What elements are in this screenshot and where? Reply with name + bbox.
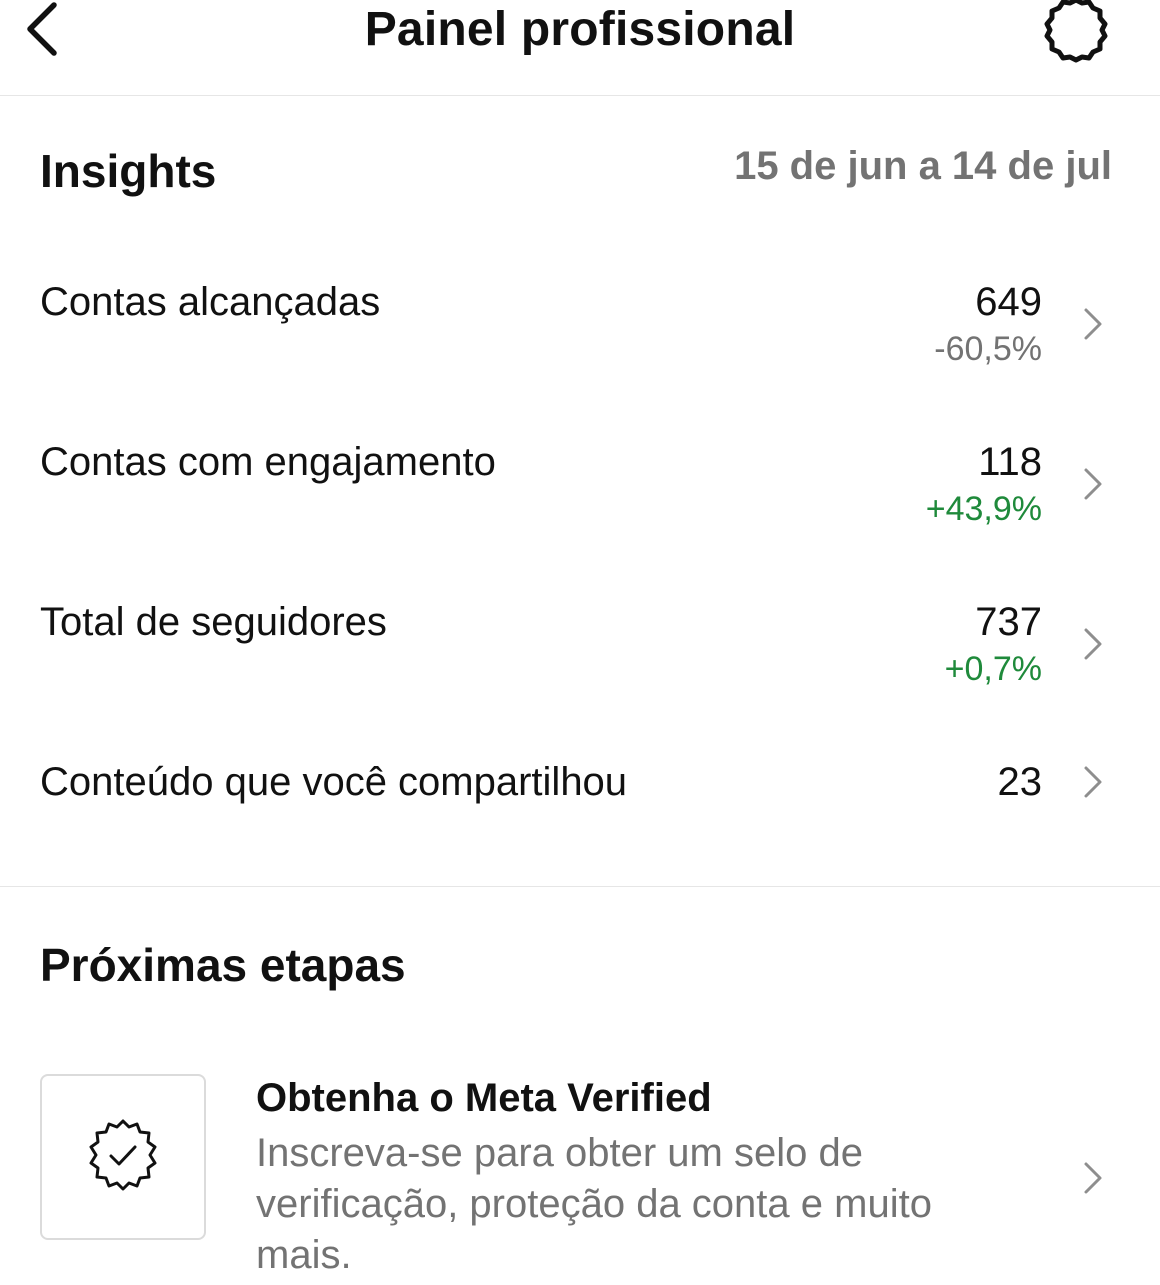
- metric-change: -60,5%: [934, 330, 1042, 368]
- chevron-right-icon: [1078, 1158, 1106, 1198]
- metric-label: Contas com engajamento: [40, 440, 496, 484]
- metric-value: 23: [997, 760, 1043, 804]
- metric-value: 649: [975, 280, 1042, 324]
- top-bar: Painel profissional: [0, 0, 1160, 96]
- chevron-right-icon: [1078, 304, 1106, 344]
- metric-row-content-shared[interactable]: Conteúdo que você compartilhou 23: [40, 760, 1120, 880]
- metric-value: 118: [978, 440, 1042, 484]
- metric-label: Conteúdo que você compartilhou: [40, 760, 628, 804]
- metric-value: 737: [975, 600, 1042, 644]
- gear-icon: [1041, 0, 1111, 70]
- insights-title: Insights: [40, 145, 217, 197]
- next-steps-title: Próximas etapas: [40, 939, 406, 991]
- step-title: Obtenha o Meta Verified: [256, 1076, 712, 1120]
- chevron-right-icon: [1078, 624, 1106, 664]
- step-description: Inscreva-se para obter um selo de verifi…: [256, 1131, 932, 1277]
- metric-change: +43,9%: [925, 490, 1042, 528]
- section-divider: [0, 886, 1160, 887]
- page-title: Painel profissional: [364, 3, 796, 56]
- next-step-meta-verified[interactable]: Obtenha o Meta Verified Inscreva-se para…: [40, 1074, 1120, 1285]
- insights-header: Insights 15 de jun a 14 de jul: [40, 140, 1112, 204]
- metric-row-accounts-reached[interactable]: Contas alcançadas 649 -60,5%: [40, 280, 1120, 400]
- verified-badge-icon: [83, 1115, 163, 1200]
- chevron-right-icon: [1078, 464, 1106, 504]
- step-icon-box: [40, 1074, 206, 1240]
- metric-row-accounts-engaged[interactable]: Contas com engajamento 118 +43,9%: [40, 440, 1120, 560]
- metric-label: Contas alcançadas: [40, 280, 381, 324]
- metric-change: +0,7%: [944, 650, 1042, 688]
- metric-label: Total de seguidores: [40, 600, 387, 644]
- settings-button[interactable]: [1036, 0, 1116, 64]
- date-range[interactable]: 15 de jun a 14 de jul: [734, 144, 1112, 189]
- professional-dashboard: Painel profissional Insights 15 de jun a…: [0, 0, 1160, 1285]
- metric-row-total-followers[interactable]: Total de seguidores 737 +0,7%: [40, 600, 1120, 720]
- chevron-right-icon: [1078, 762, 1106, 802]
